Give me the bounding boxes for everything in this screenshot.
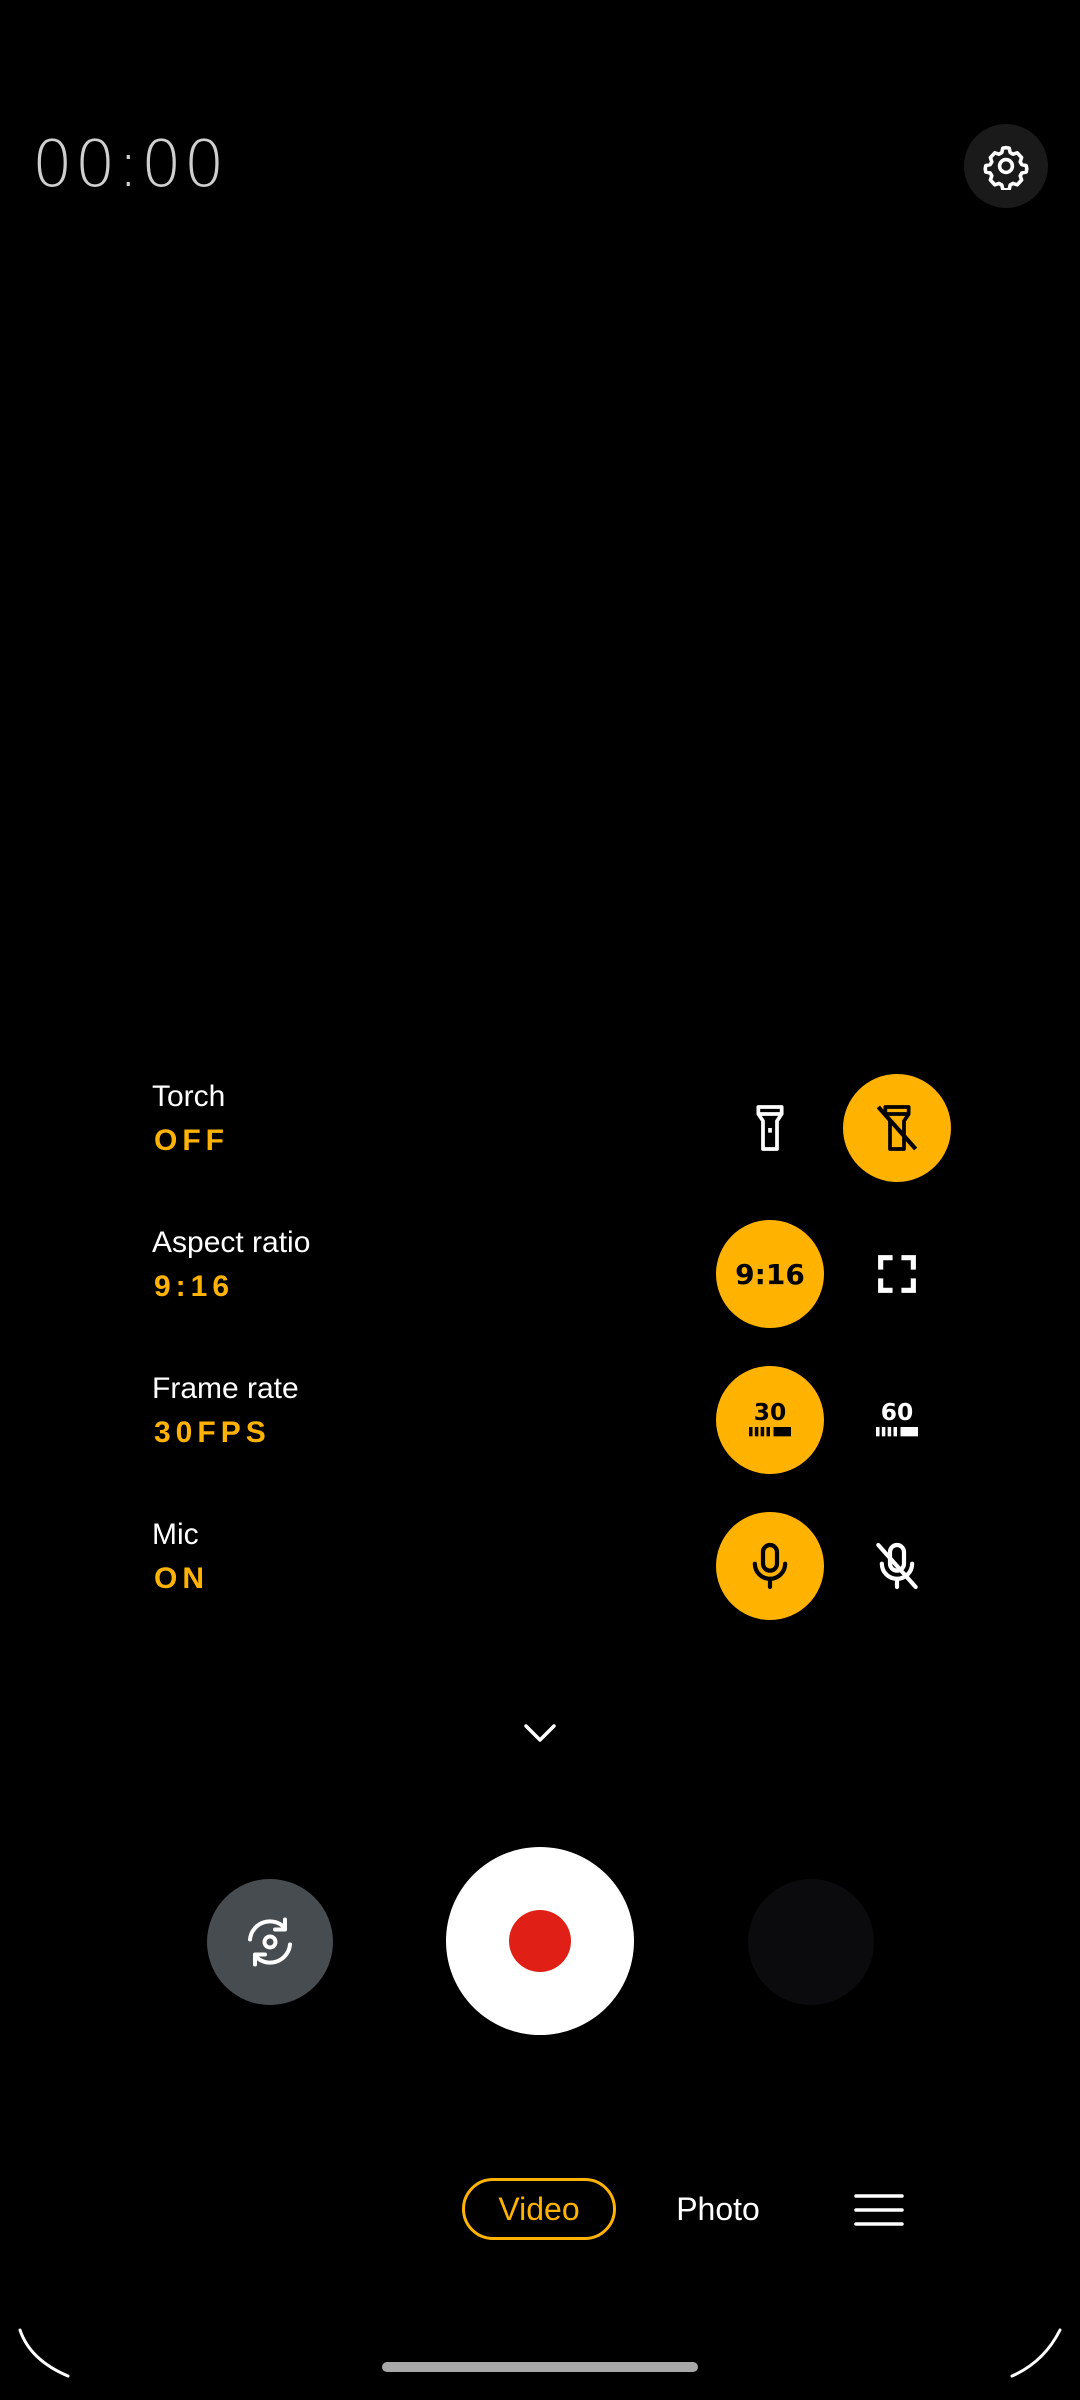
frame-rate-value: 30FPS bbox=[154, 1416, 271, 1449]
mic-off-button[interactable] bbox=[843, 1512, 951, 1620]
aspect-9-16-button[interactable]: 9:16 bbox=[716, 1220, 824, 1328]
switch-camera-button[interactable] bbox=[207, 1879, 333, 2005]
setting-row-aspect-ratio: Aspect ratio 9:16 9:16 bbox=[0, 1216, 1080, 1336]
gear-icon bbox=[983, 145, 1029, 190]
frame-rate-label: Frame rate bbox=[152, 1372, 299, 1405]
home-indicator[interactable] bbox=[382, 2362, 698, 2372]
settings-button[interactable] bbox=[964, 124, 1048, 208]
hamburger-menu-icon[interactable] bbox=[852, 2190, 906, 2230]
flashlight-icon bbox=[756, 1105, 784, 1151]
mode-video-tab[interactable]: Video bbox=[462, 2178, 616, 2240]
fps-60-icon: 60 bbox=[876, 1398, 918, 1437]
flashlight-off-icon bbox=[876, 1105, 918, 1151]
back-gesture-corner-right bbox=[1010, 2328, 1062, 2378]
torch-value: OFF bbox=[154, 1124, 229, 1157]
gallery-thumbnail[interactable] bbox=[748, 1879, 874, 2005]
switch-camera-icon bbox=[248, 1917, 292, 1967]
mic-off-icon bbox=[876, 1542, 918, 1590]
setting-row-torch: Torch OFF bbox=[0, 1070, 1080, 1190]
mic-value: ON bbox=[154, 1562, 209, 1595]
fps-60-button[interactable]: 60 bbox=[843, 1366, 951, 1474]
torch-off-button[interactable] bbox=[843, 1074, 951, 1182]
mic-on-button[interactable] bbox=[716, 1512, 824, 1620]
torch-label: Torch bbox=[152, 1080, 226, 1113]
record-button[interactable] bbox=[446, 1847, 634, 2035]
fps-60-text: 60 bbox=[881, 1398, 913, 1426]
fps-30-text: 30 bbox=[754, 1398, 786, 1426]
chevron-down-icon[interactable] bbox=[516, 1716, 564, 1752]
torch-on-button[interactable] bbox=[716, 1074, 824, 1182]
aspect-ratio-value: 9:16 bbox=[154, 1270, 235, 1303]
aspect-9-16-text: 9:16 bbox=[735, 1257, 805, 1291]
setting-row-mic: Mic ON bbox=[0, 1508, 1080, 1628]
record-dot bbox=[509, 1910, 571, 1972]
back-gesture-corner-left bbox=[18, 2328, 70, 2378]
mic-label: Mic bbox=[152, 1518, 199, 1551]
fullscreen-icon bbox=[878, 1255, 916, 1293]
mode-photo-tab[interactable]: Photo bbox=[656, 2178, 780, 2240]
aspect-ratio-label: Aspect ratio bbox=[152, 1226, 311, 1259]
fps-30-button[interactable]: 30 bbox=[716, 1366, 824, 1474]
fps-30-icon: 30 bbox=[749, 1398, 791, 1437]
setting-row-frame-rate: Frame rate 30FPS 30 60 bbox=[0, 1362, 1080, 1482]
recording-timer: 00:00 bbox=[32, 128, 227, 202]
mic-icon bbox=[752, 1542, 788, 1590]
aspect-full-button[interactable] bbox=[843, 1220, 951, 1328]
